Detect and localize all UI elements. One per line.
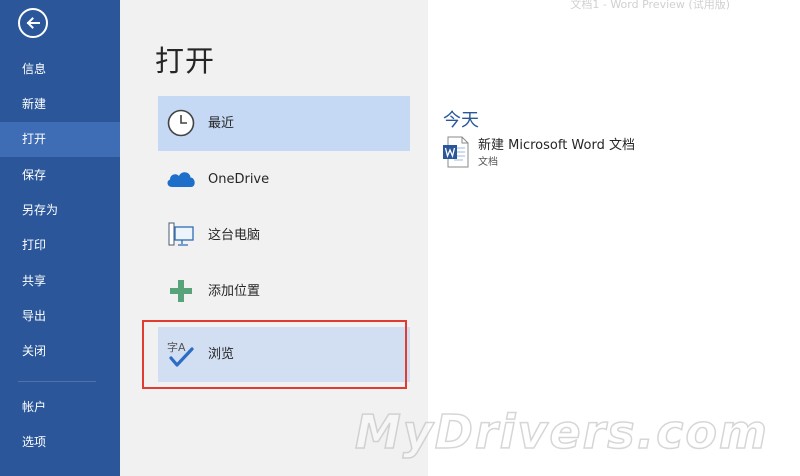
- nav-options[interactable]: 选项: [0, 425, 120, 460]
- place-add-location[interactable]: 添加位置: [158, 264, 410, 319]
- place-this-pc[interactable]: 这台电脑: [158, 208, 410, 263]
- nav-close[interactable]: 关闭: [0, 334, 120, 369]
- nav-print[interactable]: 打印: [0, 228, 120, 263]
- window-title: 文档1 - Word Preview (试用版): [570, 0, 730, 11]
- place-browse[interactable]: 字A 浏览: [158, 327, 410, 382]
- file-location: 文档: [478, 157, 498, 168]
- computer-icon: [162, 216, 200, 254]
- file-name: 新建 Microsoft Word 文档: [478, 138, 635, 153]
- browse-icon: 字A: [162, 335, 200, 373]
- page-title: 打开: [155, 44, 216, 78]
- plus-icon: [162, 272, 200, 310]
- nav-divider: [18, 381, 96, 382]
- recent-file-item[interactable]: 新建 Microsoft Word 文档 文档: [440, 132, 740, 172]
- place-label: OneDrive: [208, 172, 270, 187]
- place-label: 添加位置: [208, 284, 261, 299]
- nav-save-as[interactable]: 另存为: [0, 193, 120, 228]
- place-onedrive[interactable]: OneDrive: [158, 152, 410, 207]
- recent-documents-panel: 文档1 - Word Preview (试用版) 今天 新建 Microsoft…: [428, 0, 800, 476]
- back-button[interactable]: [18, 8, 48, 38]
- arrow-left-icon: [26, 17, 40, 29]
- nav-export[interactable]: 导出: [0, 299, 120, 334]
- place-label: 浏览: [208, 347, 235, 362]
- clock-icon: [162, 104, 200, 142]
- place-label: 这台电脑: [208, 228, 261, 243]
- nav-save[interactable]: 保存: [0, 158, 120, 193]
- nav-share[interactable]: 共享: [0, 264, 120, 299]
- backstage-sidebar: 信息 新建 打开 保存 另存为 打印 共享 导出 关闭 帐户 选项: [0, 0, 120, 476]
- nav-info[interactable]: 信息: [0, 52, 120, 87]
- browse-icon-text: 字A: [167, 340, 186, 354]
- place-recent[interactable]: 最近: [158, 96, 410, 151]
- nav-account[interactable]: 帐户: [0, 390, 120, 425]
- cloud-icon: [162, 160, 200, 198]
- word-document-icon: [443, 136, 469, 168]
- place-label: 最近: [208, 116, 235, 131]
- nav-open[interactable]: 打开: [0, 122, 120, 157]
- open-places-panel: 打开 最近 OneDrive 这台电脑 添加位置 字A 浏览: [120, 0, 428, 476]
- nav-new[interactable]: 新建: [0, 87, 120, 122]
- recent-group-today: 今天: [443, 110, 479, 131]
